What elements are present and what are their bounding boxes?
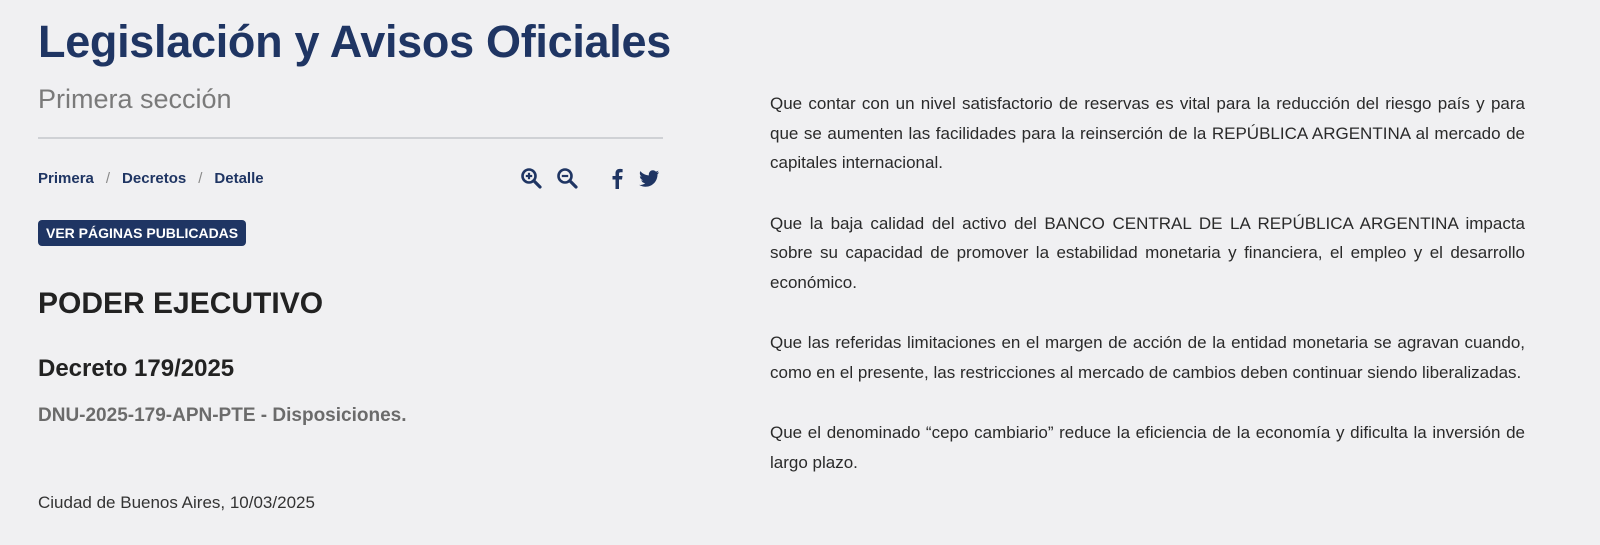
- breadcrumb-item-detalle[interactable]: Detalle: [214, 170, 263, 187]
- zoom-in-icon: [521, 168, 542, 189]
- place-date: Ciudad de Buenos Aires, 10/03/2025: [38, 493, 315, 512]
- facebook-icon: [612, 168, 623, 189]
- twitter-share-button[interactable]: [638, 166, 660, 190]
- divider: [38, 137, 663, 139]
- decree-body: Que contar con un nivel satisfactorio de…: [770, 89, 1525, 508]
- body-paragraph: Que las referidas limitaciones en el mar…: [770, 333, 1525, 382]
- zoom-in-button[interactable]: [520, 166, 542, 190]
- body-paragraph: Que la baja calidad del activo del BANCO…: [770, 213, 1525, 292]
- branch-heading: PODER EJECUTIVO: [38, 287, 324, 320]
- zoom-out-button[interactable]: [556, 166, 578, 190]
- decree-title: Decreto 179/2025: [38, 355, 235, 382]
- zoom-out-icon: [557, 168, 578, 189]
- breadcrumb: Primera / Decretos / Detalle: [38, 170, 264, 187]
- twitter-icon: [639, 170, 659, 187]
- left-column: Legislación y Avisos Oficiales Primera s…: [38, 0, 671, 545]
- share-toolbar: [520, 164, 663, 192]
- breadcrumb-separator: /: [198, 170, 203, 187]
- section-name: Primera sección: [38, 84, 232, 114]
- view-published-pages-button[interactable]: VER PÁGINAS PUBLICADAS: [38, 220, 247, 246]
- breadcrumb-separator: /: [105, 170, 111, 187]
- body-paragraph: Que contar con un nivel satisfactorio de…: [770, 94, 1525, 172]
- facebook-share-button[interactable]: [610, 166, 624, 190]
- site-title[interactable]: Legislación y Avisos Oficiales: [38, 16, 671, 68]
- breadcrumb-item-primera[interactable]: Primera: [38, 170, 94, 187]
- body-paragraph: Que el denominado “cepo cambiario” reduc…: [770, 423, 1525, 472]
- breadcrumb-item-decretos[interactable]: Decretos: [122, 170, 186, 187]
- decree-subtitle: DNU-2025-179-APN-PTE - Disposiciones.: [38, 405, 407, 426]
